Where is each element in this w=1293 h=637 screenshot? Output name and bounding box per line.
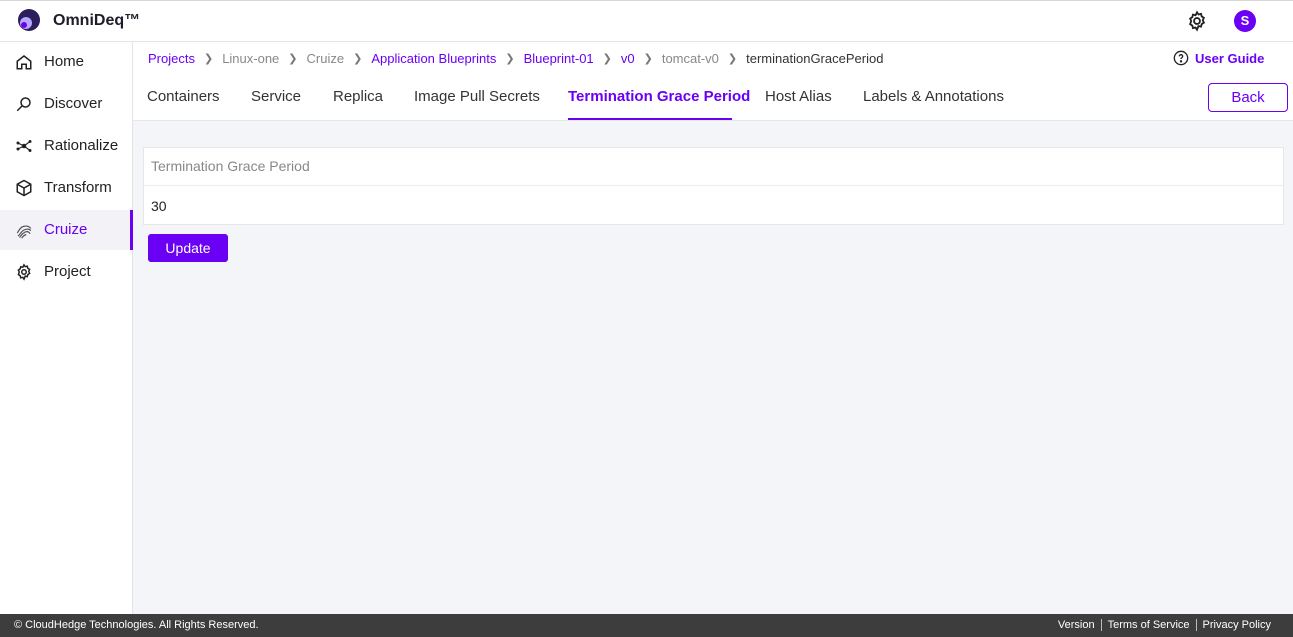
footer-link-terms[interactable]: Terms of Service xyxy=(1100,619,1196,631)
chevron-right-icon: ❯ xyxy=(353,53,363,65)
chevron-right-icon: ❯ xyxy=(727,53,738,65)
sidebar-item-home[interactable]: Home xyxy=(0,42,133,82)
breadcrumb-bar: Projects ❯ Linux-one ❯ Cruize ❯ Applicat… xyxy=(133,42,1293,74)
chevron-right-icon: ❯ xyxy=(203,53,214,65)
discover-icon xyxy=(16,97,31,112)
copyright-text: © CloudHedge Technologies. All Rights Re… xyxy=(14,619,259,631)
sidebar-item-label: Transform xyxy=(44,179,112,196)
update-button[interactable]: Update xyxy=(148,234,228,262)
sidebar-item-rationalize[interactable]: Rationalize xyxy=(0,126,133,166)
chevron-right-icon: ❯ xyxy=(505,53,515,65)
sidebar-item-project[interactable]: Project xyxy=(0,252,133,292)
breadcrumb-blueprint[interactable]: Blueprint-01 xyxy=(524,51,594,66)
back-button[interactable]: Back xyxy=(1208,83,1288,112)
footer: © CloudHedge Technologies. All Rights Re… xyxy=(0,614,1293,637)
sidebar-item-label: Cruize xyxy=(44,221,88,238)
chevron-right-icon: ❯ xyxy=(288,53,298,65)
tab-labels-annotations[interactable]: Labels & Annotations xyxy=(863,88,1004,105)
footer-link-privacy[interactable]: Privacy Policy xyxy=(1195,619,1277,631)
footer-link-version[interactable]: Version xyxy=(1052,619,1101,631)
sidebar-item-label: Discover xyxy=(44,95,103,112)
termination-grace-period-value[interactable]: 30 xyxy=(151,198,167,214)
home-icon xyxy=(16,55,32,70)
sidebar-item-discover[interactable]: Discover xyxy=(0,84,133,124)
sidebar-item-label: Home xyxy=(44,53,85,70)
user-guide-label: User Guide xyxy=(1195,50,1265,66)
omnideq-logo xyxy=(18,9,40,31)
rationalize-icon xyxy=(16,140,32,152)
sidebar: Home Discover Rationalize Transform Crui… xyxy=(0,42,133,614)
breadcrumb-application-blueprints[interactable]: Application Blueprints xyxy=(371,51,496,66)
tab-replica[interactable]: Replica xyxy=(333,88,383,105)
chevron-right-icon: ❯ xyxy=(602,53,612,65)
termination-grace-period-panel: Termination Grace Period 30 xyxy=(143,147,1284,225)
breadcrumb-version[interactable]: v0 xyxy=(621,51,635,66)
tab-containers[interactable]: Containers xyxy=(147,88,220,105)
user-avatar[interactable]: S xyxy=(1234,10,1256,32)
top-bar: OmniDeq™ S xyxy=(0,0,1293,42)
help-circle-icon xyxy=(1173,50,1189,66)
sidebar-item-label: Rationalize xyxy=(44,137,119,154)
breadcrumb: Projects ❯ Linux-one ❯ Cruize ❯ Applicat… xyxy=(148,51,883,66)
panel-heading: Termination Grace Period xyxy=(151,158,310,174)
tab-image-pull-secrets[interactable]: Image Pull Secrets xyxy=(414,88,540,105)
active-tab-indicator xyxy=(568,118,732,120)
breadcrumb-linux-one: Linux-one xyxy=(222,51,280,66)
sidebar-item-transform[interactable]: Transform xyxy=(0,168,133,208)
sidebar-item-label: Project xyxy=(44,263,91,280)
breadcrumb-projects[interactable]: Projects xyxy=(148,51,195,66)
brand-name: OmniDeq™ xyxy=(53,12,141,29)
breadcrumb-current: terminationGracePeriod xyxy=(746,51,884,66)
footer-links: Version Terms of Service Privacy Policy xyxy=(1052,619,1277,631)
tab-service[interactable]: Service xyxy=(251,88,301,105)
sidebar-item-cruize[interactable]: Cruize xyxy=(0,210,133,250)
gear-icon xyxy=(17,263,31,281)
chevron-right-icon: ❯ xyxy=(643,53,653,65)
breadcrumb-cruize: Cruize xyxy=(306,51,345,66)
tab-termination-grace-period[interactable]: Termination Grace Period xyxy=(568,88,750,105)
tab-bar: Containers Service Replica Image Pull Se… xyxy=(133,74,1293,121)
tab-host-alias[interactable]: Host Alias xyxy=(765,88,832,105)
cube-icon xyxy=(16,179,32,197)
panel-header: Termination Grace Period xyxy=(144,148,1283,186)
fingerprint-icon xyxy=(16,225,32,239)
user-guide-link[interactable]: User Guide xyxy=(1173,50,1264,66)
settings-gear-icon[interactable] xyxy=(1186,10,1208,32)
breadcrumb-container: tomcat-v0 xyxy=(661,51,719,66)
